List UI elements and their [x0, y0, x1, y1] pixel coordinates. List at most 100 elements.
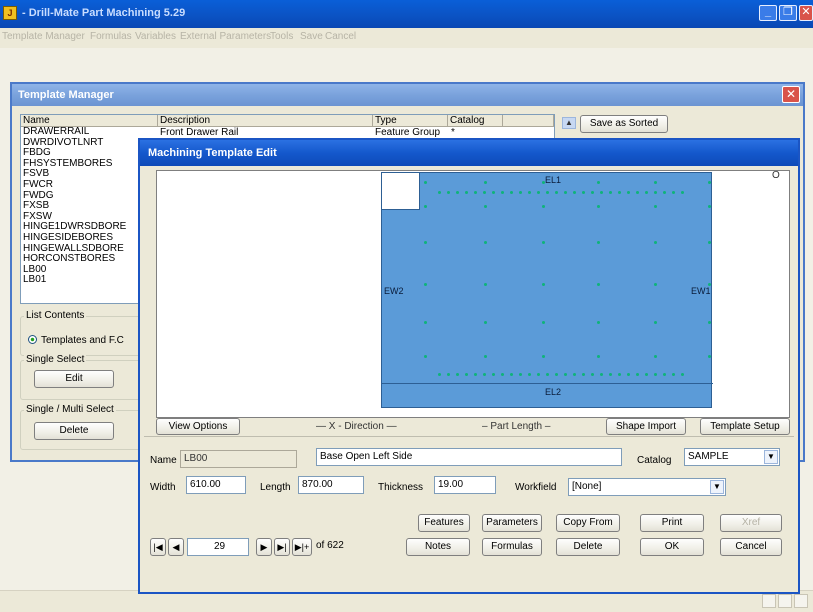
drill-hole-marker — [537, 373, 540, 376]
template-manager-close-button[interactable]: ✕ — [782, 86, 800, 103]
drill-hole-marker — [424, 283, 427, 286]
list-scroll-up-arrow[interactable]: ▲ — [562, 117, 576, 129]
thickness-label: Thickness — [378, 482, 424, 493]
parameters-button[interactable]: Parameters — [482, 514, 542, 532]
panel-notch — [382, 173, 420, 210]
template-manager-title: Template Manager — [18, 89, 114, 101]
first-row-type: Feature Group — [375, 127, 441, 138]
edge-label-el1: EL1 — [545, 175, 562, 185]
column-catalog[interactable]: Catalog — [448, 115, 503, 127]
menu-template-manager[interactable]: Template Manager — [2, 31, 85, 42]
drill-hole-marker — [447, 191, 450, 194]
save-as-sorted-button[interactable]: Save as Sorted — [580, 115, 668, 133]
description-field[interactable]: Base Open Left Side — [316, 448, 622, 466]
drill-hole-marker — [636, 373, 639, 376]
menu-cancel[interactable]: Cancel — [325, 31, 356, 42]
edge-label-ew2: EW2 — [384, 286, 404, 296]
app-title-bar: J - Drill-Mate Part Machining 5.29 _ ❐ ✕ — [0, 0, 813, 28]
drill-hole-marker — [546, 191, 549, 194]
single-select-label: Single Select — [24, 354, 87, 365]
record-number-field[interactable]: 29 — [187, 538, 249, 556]
drill-hole-marker — [654, 373, 657, 376]
features-button[interactable]: Features — [418, 514, 470, 532]
last-record-button[interactable]: ▶| — [274, 538, 290, 556]
drill-hole-marker — [528, 373, 531, 376]
drill-hole-marker — [654, 283, 657, 286]
multi-select-label: Single / Multi Select — [24, 404, 116, 415]
drill-hole-marker — [708, 321, 711, 324]
drill-hole-marker — [424, 321, 427, 324]
drill-hole-marker — [645, 373, 648, 376]
drill-hole-marker — [484, 283, 487, 286]
length-field[interactable]: 870.00 — [298, 476, 364, 494]
catalog-chevron-down-icon[interactable]: ▼ — [764, 450, 778, 464]
drill-hole-marker — [510, 373, 513, 376]
catalog-dropdown[interactable]: SAMPLE ▼ — [684, 448, 780, 466]
template-setup-button[interactable]: Template Setup — [700, 418, 790, 435]
template-list-item[interactable]: DRAWERRAIL — [23, 126, 163, 138]
menu-external-parameters[interactable]: External Parameters — [180, 31, 271, 42]
column-description[interactable]: Description — [158, 115, 373, 127]
width-field[interactable]: 610.00 — [186, 476, 246, 494]
drill-hole-marker — [492, 191, 495, 194]
print-button[interactable]: Print — [640, 514, 704, 532]
copy-from-button[interactable]: Copy From — [556, 514, 620, 532]
drill-hole-marker — [597, 181, 600, 184]
drill-hole-marker — [573, 373, 576, 376]
drill-hole-marker — [528, 191, 531, 194]
menu-formulas[interactable]: Formulas — [90, 31, 132, 42]
cancel-button[interactable]: Cancel — [720, 538, 782, 556]
new-record-button[interactable]: ▶|+ — [292, 538, 312, 556]
drill-hole-marker — [510, 191, 513, 194]
panel-shape[interactable]: EL1 EL2 EW2 EW1 — [381, 172, 713, 408]
edit-button[interactable]: Edit — [34, 370, 114, 388]
thickness-field[interactable]: 19.00 — [434, 476, 496, 494]
menu-save[interactable]: Save — [300, 31, 323, 42]
drill-hole-marker — [438, 191, 441, 194]
app-title: - Drill-Mate Part Machining 5.29 — [22, 7, 186, 19]
xref-button[interactable]: Xref — [720, 514, 782, 532]
workfield-label: Workfield — [515, 482, 557, 493]
maximize-button[interactable]: ❐ — [779, 5, 797, 21]
drill-hole-marker — [582, 191, 585, 194]
templates-radio[interactable]: Templates and F.C — [28, 335, 124, 346]
column-type[interactable]: Type — [373, 115, 448, 127]
drill-hole-marker — [597, 283, 600, 286]
menu-variables[interactable]: Variables — [135, 31, 176, 42]
name-field[interactable]: LB00 — [180, 450, 297, 468]
next-record-button[interactable]: ▶ — [256, 538, 272, 556]
close-button[interactable]: ✕ — [799, 5, 813, 21]
drill-hole-marker — [456, 373, 459, 376]
drill-hole-marker — [597, 205, 600, 208]
drill-hole-marker — [618, 373, 621, 376]
delete-button[interactable]: Delete — [556, 538, 620, 556]
templates-radio-label: Templates and F.C — [41, 335, 124, 346]
first-record-button[interactable]: |◀ — [150, 538, 166, 556]
delete-template-button[interactable]: Delete — [34, 422, 114, 440]
drill-hole-marker — [555, 373, 558, 376]
drill-hole-marker — [542, 355, 545, 358]
notes-button[interactable]: Notes — [406, 538, 470, 556]
next-record-icon: ▶ — [260, 542, 268, 552]
drill-hole-marker — [573, 191, 576, 194]
formulas-button[interactable]: Formulas — [482, 538, 542, 556]
drill-hole-marker — [663, 191, 666, 194]
minimize-button[interactable]: _ — [759, 5, 777, 21]
drill-hole-marker — [424, 241, 427, 244]
view-options-button[interactable]: View Options — [156, 418, 240, 435]
menu-tools[interactable]: Tools — [270, 31, 293, 42]
shape-import-button[interactable]: Shape Import — [606, 418, 686, 435]
drill-hole-marker — [555, 191, 558, 194]
drill-hole-marker — [474, 373, 477, 376]
workfield-chevron-down-icon[interactable]: ▼ — [710, 480, 724, 494]
ok-button[interactable]: OK — [640, 538, 704, 556]
drill-hole-marker — [609, 191, 612, 194]
prev-record-button[interactable]: ◀ — [168, 538, 184, 556]
last-record-icon: ▶| — [277, 542, 287, 552]
drill-hole-marker — [600, 373, 603, 376]
drill-hole-marker — [564, 191, 567, 194]
menu-bar: Template Manager Formulas Variables Exte… — [0, 28, 813, 48]
workfield-dropdown[interactable]: [None] ▼ — [568, 478, 726, 496]
drill-hole-marker — [654, 191, 657, 194]
part-preview[interactable]: EL1 EL2 EW2 EW1 — [156, 170, 790, 418]
